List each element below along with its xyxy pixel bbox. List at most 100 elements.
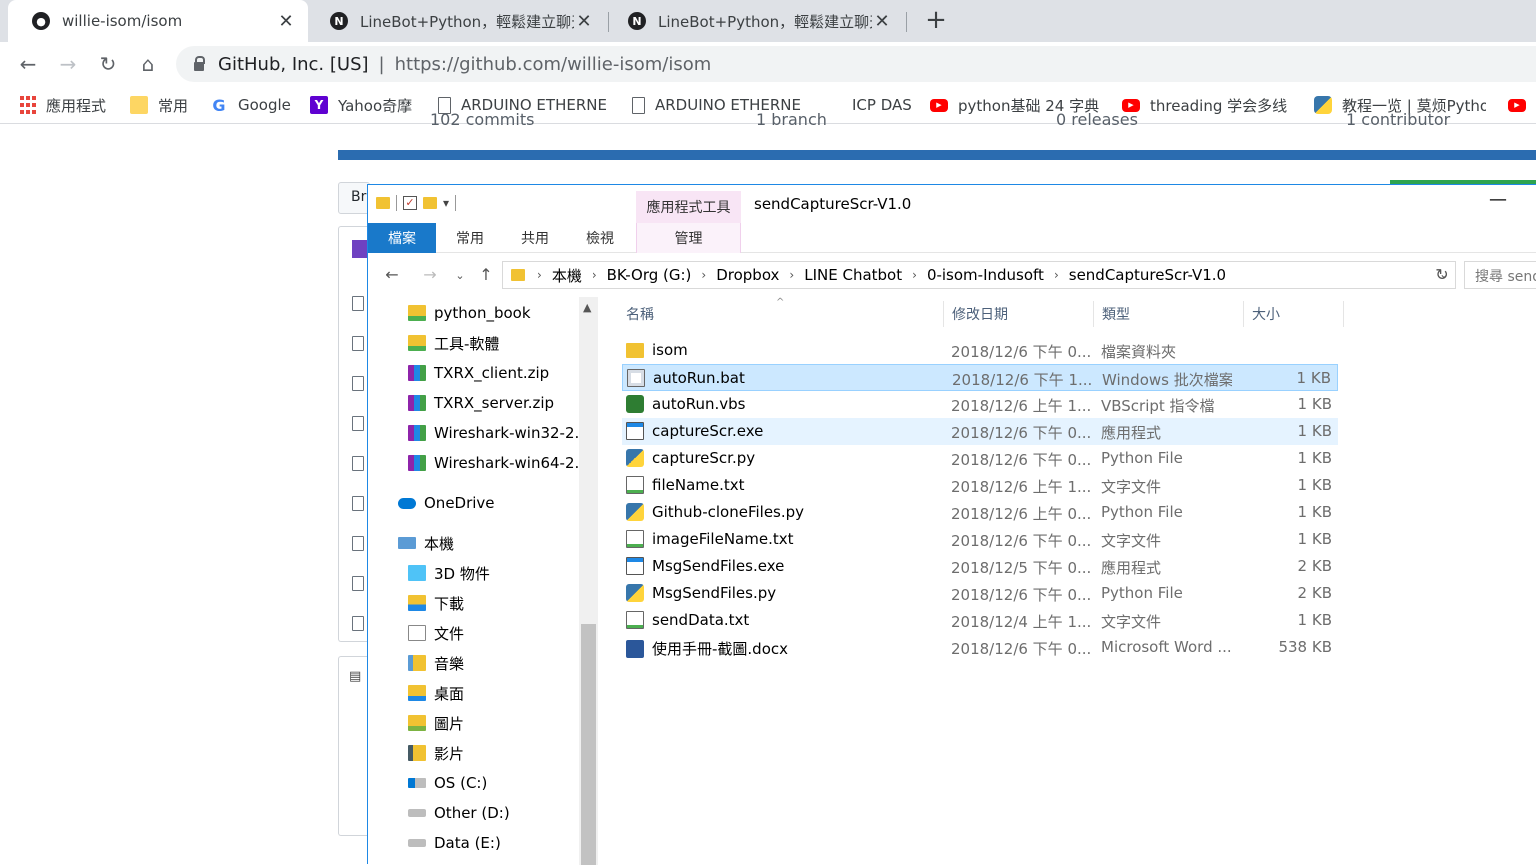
repo-file-row[interactable] xyxy=(346,604,368,644)
tab-home[interactable]: 常用 xyxy=(444,223,496,253)
repo-file-row[interactable] xyxy=(346,404,368,444)
breadcrumb-item[interactable]: LINE Chatbot xyxy=(804,266,902,284)
nav-item[interactable]: 3D 物件 xyxy=(408,558,490,588)
file-row-selected[interactable]: autoRun.bat 2018/12/6 下午 1... Windows 批次… xyxy=(622,364,1338,391)
repo-file-row[interactable] xyxy=(346,444,368,484)
repo-file-row[interactable] xyxy=(346,484,368,524)
lock-icon[interactable] xyxy=(194,55,205,71)
scroll-up-icon[interactable]: ▲ xyxy=(583,301,591,314)
new-folder-icon[interactable] xyxy=(423,197,437,209)
close-tab-icon[interactable]: ✕ xyxy=(574,11,594,32)
nav-item[interactable]: 桌面 xyxy=(408,678,464,708)
file-row[interactable]: fileName.txt 2018/12/6 上午 1... 文字文件 1 KB xyxy=(622,472,1338,499)
folder-icon[interactable] xyxy=(376,197,390,209)
nav-item[interactable]: python_book xyxy=(408,298,531,328)
tab-manage[interactable]: 管理 xyxy=(636,223,741,253)
chevron-right-icon[interactable]: › xyxy=(537,268,542,282)
back-icon[interactable]: ← xyxy=(16,52,40,76)
nav-item[interactable]: Wireshark-win64-2.0 xyxy=(408,448,589,478)
file-row[interactable]: imageFileName.txt 2018/12/6 下午 0... 文字文件… xyxy=(622,526,1338,553)
close-tab-icon[interactable]: ✕ xyxy=(276,11,296,32)
branch-selector[interactable]: Br xyxy=(338,182,370,214)
tab-share[interactable]: 共用 xyxy=(509,223,561,253)
column-header-name[interactable]: 名稱 ^ xyxy=(618,297,944,327)
column-header-type[interactable]: 類型 xyxy=(1094,301,1244,327)
properties-icon[interactable]: ✓ xyxy=(403,196,417,210)
up-icon[interactable]: ↑ xyxy=(476,265,496,285)
search-input[interactable]: 搜尋 send xyxy=(1464,261,1536,289)
back-icon[interactable]: ← xyxy=(382,265,402,285)
bookmark-common[interactable]: 常用 xyxy=(130,94,200,116)
url-text[interactable]: https://github.com/willie-isom/isom xyxy=(395,54,712,75)
contributors-link[interactable]: 1 contributor xyxy=(1346,110,1450,129)
recent-locations-icon[interactable]: ⌄ xyxy=(450,269,470,289)
nav-item[interactable]: Wireshark-win32-2.0 xyxy=(408,418,589,448)
nav-item[interactable]: Data (E:) xyxy=(408,828,501,858)
home-icon[interactable]: ⌂ xyxy=(136,52,160,76)
chevron-right-icon[interactable]: › xyxy=(701,268,706,282)
forward-icon[interactable]: → xyxy=(420,265,440,285)
nav-item[interactable]: TXRX_server.zip xyxy=(408,388,554,418)
file-row[interactable]: 使用手冊-截圖.docx 2018/12/6 下午 0... Microsoft… xyxy=(622,634,1338,661)
nav-item-onedrive[interactable]: OneDrive xyxy=(398,488,495,518)
bookmark-google[interactable]: G Google xyxy=(210,94,300,116)
file-row[interactable]: Github-cloneFiles.py 2018/12/6 上午 0... P… xyxy=(622,499,1338,526)
repo-file-row[interactable] xyxy=(346,564,368,604)
branch-link[interactable]: 1 branch xyxy=(756,110,827,129)
customize-toolbar-icon[interactable]: ▾ xyxy=(443,196,449,210)
forward-icon[interactable]: → xyxy=(56,52,80,76)
file-row[interactable]: MsgSendFiles.exe 2018/12/5 下午 0... 應用程式 … xyxy=(622,553,1338,580)
commits-link[interactable]: 102 commits xyxy=(430,110,534,129)
bookmark-icpdas[interactable]: ICP DAS xyxy=(824,94,914,116)
bookmark-overflow-youtube[interactable]: ▶ xyxy=(1508,94,1536,116)
tab-github[interactable]: ● willie-isom/isom ✕ xyxy=(8,0,308,42)
nav-item[interactable]: 音樂 xyxy=(408,648,464,678)
repo-file-row[interactable] xyxy=(346,284,368,324)
breadcrumb-item[interactable]: 本機 xyxy=(552,265,582,286)
reload-icon[interactable]: ↻ xyxy=(96,52,120,76)
nav-item[interactable]: 圖片 xyxy=(408,708,464,738)
file-row[interactable]: captureScr.py 2018/12/6 下午 0... Python F… xyxy=(622,445,1338,472)
column-header-date[interactable]: 修改日期 xyxy=(944,301,1094,327)
nav-item[interactable]: 文件 xyxy=(408,618,464,648)
scrollbar-thumb[interactable] xyxy=(581,624,596,865)
nav-item[interactable]: 影片 xyxy=(408,738,464,768)
repo-file-row[interactable] xyxy=(346,364,368,404)
nav-item[interactable]: 下載 xyxy=(408,588,464,618)
new-tab-button[interactable]: + xyxy=(922,6,950,34)
nav-item[interactable]: OS (C:) xyxy=(408,768,487,798)
nav-item-this-pc[interactable]: 本機 xyxy=(398,528,454,558)
nav-scrollbar[interactable]: ▲ xyxy=(579,297,598,865)
releases-link[interactable]: 0 releases xyxy=(1056,110,1138,129)
bookmark-threading[interactable]: ▶ threading 学会多线 xyxy=(1122,94,1294,116)
minimize-icon[interactable]: — xyxy=(1486,189,1510,213)
chevron-right-icon[interactable]: › xyxy=(912,268,917,282)
tab-file[interactable]: 檔案 xyxy=(368,223,436,253)
breadcrumb-item[interactable]: Dropbox xyxy=(716,266,779,284)
tab-linebot-2[interactable]: N LineBot+Python，輕鬆建立聊天 ✕ xyxy=(604,0,904,42)
file-row-hovered[interactable]: captureScr.exe 2018/12/6 下午 0... 應用程式 1 … xyxy=(622,418,1338,445)
chevron-right-icon[interactable]: › xyxy=(592,268,597,282)
file-row[interactable]: MsgSendFiles.py 2018/12/6 下午 0... Python… xyxy=(622,580,1338,607)
address-bar[interactable]: GitHub, Inc. [US] | https://github.com/w… xyxy=(176,46,1536,82)
breadcrumb-item[interactable]: 0-isom-Indusoft xyxy=(927,266,1044,284)
bookmark-yahoo[interactable]: Y Yahoo奇摩 xyxy=(310,94,422,116)
breadcrumb-item[interactable]: sendCaptureScr-V1.0 xyxy=(1069,266,1226,284)
breadcrumb[interactable]: › 本機 › BK-Org (G:) › Dropbox › LINE Chat… xyxy=(502,261,1456,289)
file-row[interactable]: isom 2018/12/6 下午 0... 檔案資料夾 xyxy=(622,337,1338,364)
column-header-size[interactable]: 大小 xyxy=(1244,301,1344,327)
nav-item[interactable]: Other (D:) xyxy=(408,798,510,828)
repo-file-row[interactable] xyxy=(346,324,368,364)
tab-linebot-1[interactable]: N LineBot+Python，輕鬆建立聊天 ✕ xyxy=(306,0,606,42)
chevron-right-icon[interactable]: › xyxy=(789,268,794,282)
close-tab-icon[interactable]: ✕ xyxy=(872,11,892,32)
nav-item[interactable]: TXRX_client.zip xyxy=(408,358,549,388)
nav-item[interactable]: 工具-軟體 xyxy=(408,328,499,358)
refresh-icon[interactable]: ↻ xyxy=(1432,265,1452,285)
tab-view[interactable]: 檢視 xyxy=(574,223,626,253)
breadcrumb-item[interactable]: BK-Org (G:) xyxy=(607,266,692,284)
bookmark-apps[interactable]: 應用程式 xyxy=(20,94,120,116)
file-row[interactable]: autoRun.vbs 2018/12/6 上午 1... VBScript 指… xyxy=(622,391,1338,418)
file-row[interactable]: sendData.txt 2018/12/4 上午 1... 文字文件 1 KB xyxy=(622,607,1338,634)
chevron-right-icon[interactable]: › xyxy=(1054,268,1059,282)
